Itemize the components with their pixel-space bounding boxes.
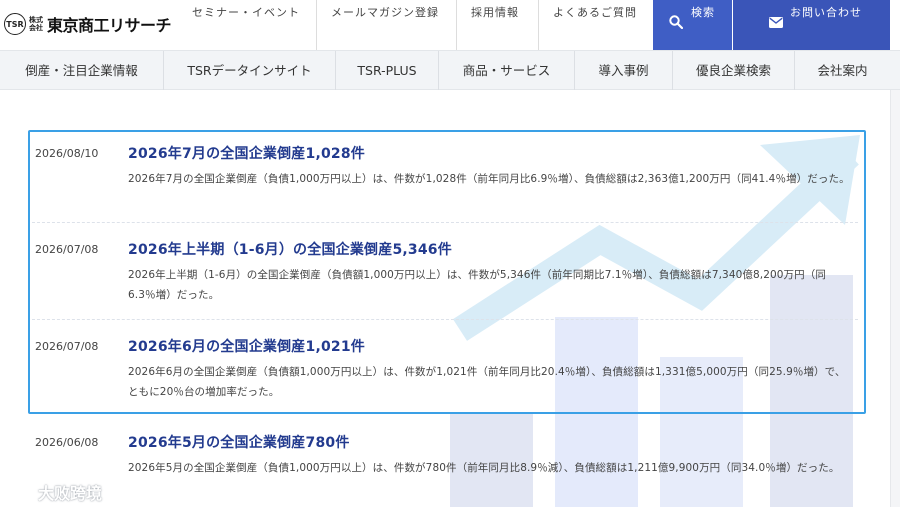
logo-text: 東京商工リサーチ	[47, 16, 172, 35]
news-divider	[32, 222, 858, 223]
logo-mark: TSR	[4, 13, 26, 35]
top-link-recruit[interactable]: 採用情報	[456, 0, 538, 50]
news-title-link[interactable]: 2026年6月の全国企業倒産1,021件	[128, 336, 365, 356]
top-link-mail-magazine[interactable]: メールマガジン登録	[316, 0, 456, 50]
main-nav: 倒産・注目企業情報 TSRデータインサイト TSR-PLUS 商品・サービス 導…	[0, 50, 900, 90]
nav-item-about[interactable]: 会社案内	[794, 51, 890, 90]
news-date: 2026/08/10	[35, 147, 99, 160]
search-button[interactable]: 検索	[653, 0, 732, 50]
nav-item-bankruptcy-info[interactable]: 倒産・注目企業情報	[0, 51, 163, 90]
contact-button[interactable]: お問い合わせ	[733, 0, 890, 50]
news-title-link[interactable]: 2026年7月の全国企業倒産1,028件	[128, 143, 365, 163]
news-title-link[interactable]: 2026年上半期（1-6月）の全国企業倒産5,346件	[128, 239, 452, 259]
watermark: 大败跨境	[6, 480, 102, 504]
news-date: 2026/06/08	[35, 436, 99, 449]
news-divider	[32, 319, 858, 320]
news-summary: 2026年6月の全国企業倒産（負債額1,000万円以上）は、件数が1,021件（…	[128, 366, 846, 398]
nav-item-data-insight[interactable]: TSRデータインサイト	[163, 51, 335, 90]
news-date: 2026/07/08	[35, 243, 99, 256]
contact-button-label: お問い合わせ	[790, 6, 862, 19]
top-link-faq[interactable]: よくあるご質問	[538, 0, 652, 50]
site-logo[interactable]: TSR 株式会社 東京商工リサーチ	[4, 12, 172, 36]
nav-item-tsr-plus[interactable]: TSR-PLUS	[335, 51, 438, 90]
scrollbar-track[interactable]	[890, 90, 900, 507]
search-button-label: 検索	[691, 6, 715, 19]
news-date: 2026/07/08	[35, 340, 99, 353]
news-title-link[interactable]: 2026年5月の全国企業倒産780件	[128, 432, 350, 452]
nav-item-company-search[interactable]: 優良企業検索	[672, 51, 794, 90]
watermark-text: 大败跨境	[38, 484, 103, 503]
news-summary: 2026年5月の全国企業倒産（負債1,000万円以上）は、件数が780件（前年同…	[128, 462, 840, 474]
nav-item-products[interactable]: 商品・サービス	[438, 51, 574, 90]
mail-icon	[769, 17, 783, 28]
news-summary: 2026年上半期（1-6月）の全国企業倒産（負債額1,000万円以上）は、件数が…	[128, 269, 826, 301]
news-summary: 2026年7月の全国企業倒産（負債1,000万円以上）は、件数が1,028件（前…	[128, 173, 850, 185]
top-link-seminar[interactable]: セミナー・イベント	[178, 0, 315, 50]
search-icon	[669, 15, 683, 29]
logo-sub: 株式会社	[29, 16, 43, 32]
site-header: TSR 株式会社 東京商工リサーチ セミナー・イベント メールマガジン登録 採用…	[0, 0, 900, 50]
nav-item-case-studies[interactable]: 導入事例	[574, 51, 672, 90]
watermark-logo-icon	[6, 483, 31, 501]
